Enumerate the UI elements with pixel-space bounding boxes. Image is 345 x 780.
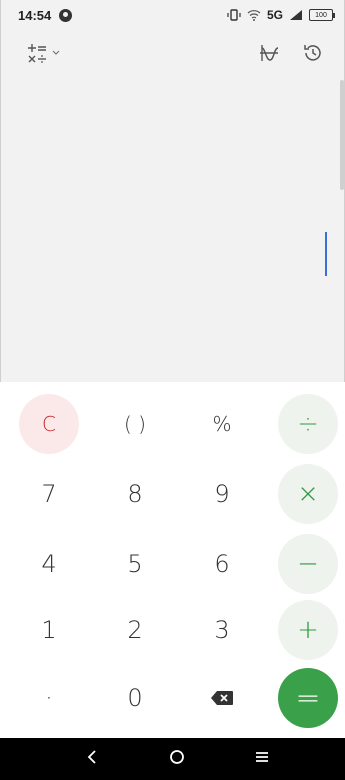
battery-icon: 100: [309, 9, 335, 21]
digit-7-button[interactable]: 7: [19, 464, 79, 524]
digit-6-button[interactable]: 6: [192, 534, 252, 594]
equals-button[interactable]: =: [278, 668, 338, 728]
nav-recents-button[interactable]: [254, 748, 270, 771]
history-icon: [304, 45, 321, 61]
signal-icon: [290, 10, 302, 20]
digit-2-button[interactable]: 2: [105, 600, 165, 660]
nav-home-button[interactable]: [168, 748, 186, 771]
input-cursor: [325, 232, 327, 276]
digit-0-button[interactable]: 0: [105, 668, 165, 728]
backspace-button[interactable]: [192, 668, 252, 728]
account-icon: [59, 8, 73, 22]
battery-level: 100: [315, 11, 327, 19]
status-bar: 14:54 5G 100: [0, 0, 345, 30]
digit-3-button[interactable]: 3: [192, 600, 252, 660]
digit-1-button[interactable]: 1: [19, 600, 79, 660]
wifi-icon: [247, 10, 261, 21]
history-button[interactable]: [302, 42, 324, 69]
backspace-icon: [211, 691, 233, 705]
home-icon: [170, 750, 184, 764]
toolbar: [0, 36, 345, 72]
digit-4-button[interactable]: 4: [19, 534, 79, 594]
navigation-bar: [0, 738, 345, 780]
decimal-button[interactable]: ·: [19, 668, 79, 728]
nav-back-button[interactable]: [85, 748, 99, 771]
plus-button[interactable]: +: [278, 600, 338, 660]
clear-button[interactable]: C: [19, 394, 79, 454]
digit-9-button[interactable]: 9: [192, 464, 252, 524]
graph-icon: [260, 45, 279, 61]
menu-icon: [256, 752, 268, 762]
display-scroll-handle[interactable]: [340, 80, 344, 190]
divide-button[interactable]: ÷: [278, 394, 338, 454]
multiply-button[interactable]: ×: [278, 464, 338, 524]
percent-button[interactable]: %: [192, 394, 252, 454]
status-time: 14:54: [18, 7, 52, 23]
status-right: 5G 100: [227, 8, 335, 22]
graph-button[interactable]: [258, 42, 280, 69]
calculator-mode-icon: [28, 44, 46, 63]
digit-8-button[interactable]: 8: [105, 464, 165, 524]
back-icon: [87, 750, 96, 764]
network-label: 5G: [266, 8, 283, 22]
parentheses-button[interactable]: ( ): [105, 394, 165, 454]
calculation-display[interactable]: [0, 80, 345, 380]
minus-button[interactable]: −: [278, 534, 338, 594]
vibrate-icon: [227, 9, 241, 21]
status-left: 14:54: [18, 7, 73, 23]
chevron-down-icon: [52, 50, 60, 55]
calculator-mode-button[interactable]: [26, 42, 60, 64]
keypad: C ( ) % ÷ 7 8 9 × 4 5 6 − 1 2 3 + · 0 =: [0, 382, 345, 738]
digit-5-button[interactable]: 5: [105, 534, 165, 594]
